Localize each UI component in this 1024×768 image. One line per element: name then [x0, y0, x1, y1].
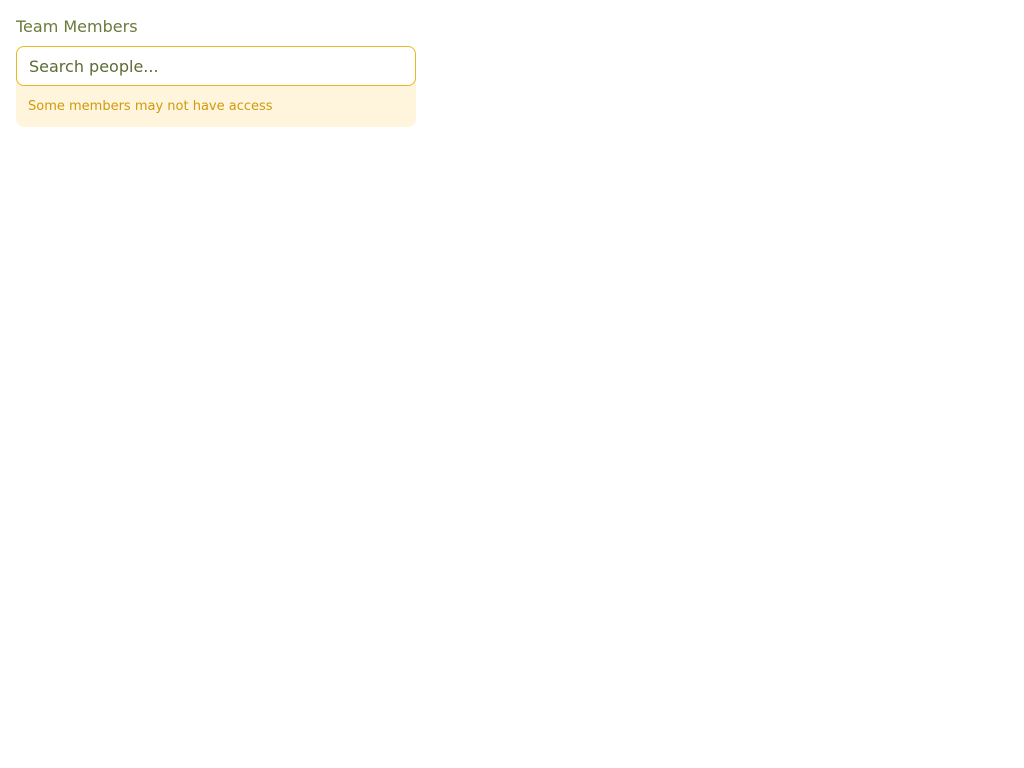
field-label: Team Members — [16, 17, 138, 36]
search-input-wrapper — [16, 46, 416, 86]
team-members-field: Team Members Some members may not have a… — [16, 17, 416, 127]
search-people-input[interactable] — [16, 46, 416, 86]
access-warning-text: Some members may not have access — [28, 99, 273, 114]
